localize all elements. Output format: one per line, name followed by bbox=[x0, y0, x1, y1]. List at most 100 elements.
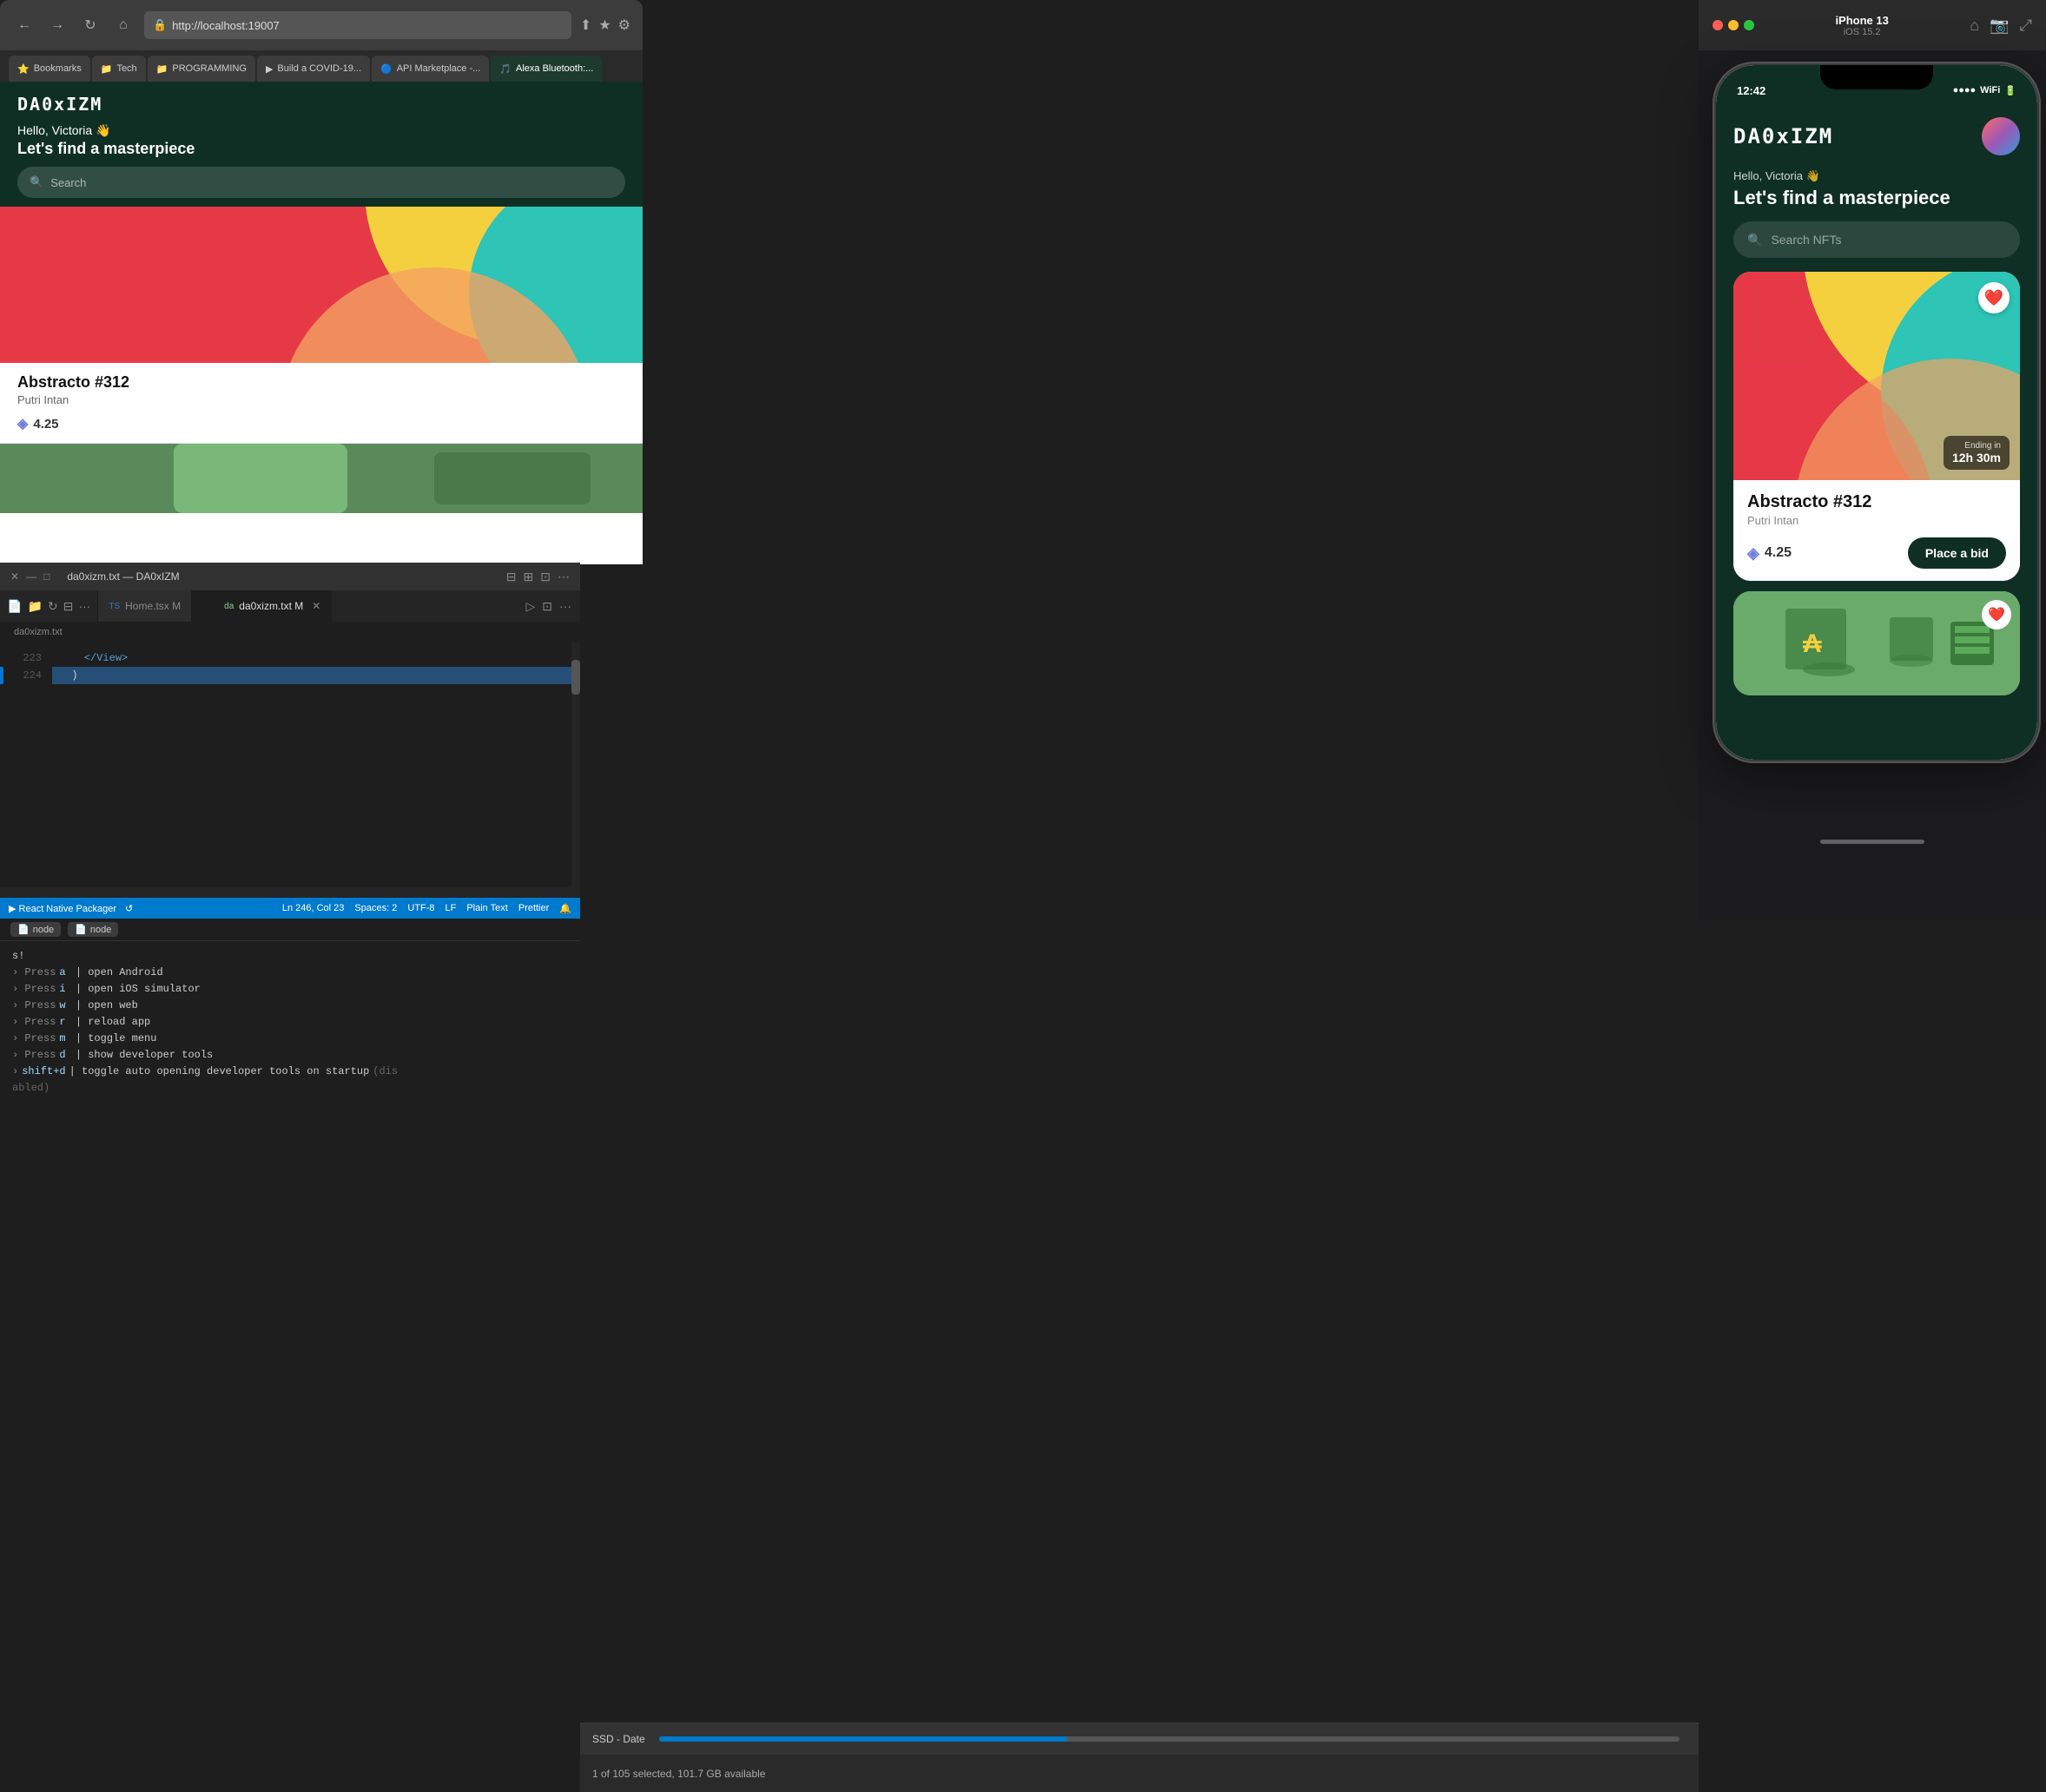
reload-icon[interactable]: ↺ bbox=[125, 903, 133, 914]
notification-icon[interactable]: 🔔 bbox=[559, 903, 571, 914]
search-placeholder: Search bbox=[50, 176, 86, 189]
app-header: DA0xIZM Hello, Victoria 👋 Let's find a m… bbox=[0, 82, 643, 207]
nft-card-1[interactable]: Abstracto #312 Putri Intan ◈ 4.25 bbox=[0, 207, 643, 444]
tab-da0xizm-txt[interactable]: da da0xizm.txt M ✕ bbox=[214, 590, 332, 622]
tab-programming[interactable]: 📁 PROGRAMMING bbox=[148, 56, 255, 82]
home-button-icon[interactable]: ⌂ bbox=[1970, 16, 1979, 35]
terminal-line-5: › Press r | reload app bbox=[12, 1014, 568, 1031]
extension-icon[interactable]: ⚙ bbox=[618, 16, 630, 34]
vscode-toolbar-right: ⊟ ⊞ ⊡ ⋯ bbox=[506, 570, 570, 584]
app-search-bar[interactable]: 🔍 Search bbox=[17, 167, 625, 198]
home-button[interactable]: ⌂ bbox=[111, 13, 135, 37]
more-icon[interactable]: ··· bbox=[78, 599, 90, 613]
encoding[interactable]: UTF-8 bbox=[407, 903, 434, 913]
split-vertical-icon[interactable]: ⊟ bbox=[506, 570, 517, 584]
iphone-nft-card-2[interactable]: ₳ ❤️ bbox=[1733, 591, 2020, 695]
process-node-1[interactable]: 📄 node bbox=[10, 922, 61, 937]
tab-tech[interactable]: 📁 Tech bbox=[92, 56, 146, 82]
url-text: http://localhost:19007 bbox=[172, 19, 280, 32]
device-os: iOS 15.2 bbox=[1754, 27, 1970, 37]
layout-icon[interactable]: ⊡ bbox=[540, 570, 551, 584]
iphone-avatar[interactable] bbox=[1982, 117, 2020, 155]
finder-sort-label: SSD - Date bbox=[592, 1733, 645, 1745]
back-button[interactable]: ← bbox=[12, 13, 36, 37]
split-editor-icon[interactable]: ⊡ bbox=[542, 599, 552, 614]
app-subtitle: Let's find a masterpiece bbox=[17, 140, 625, 158]
ln-col[interactable]: Ln 246, Col 23 bbox=[282, 903, 345, 913]
terminal-content: s! › Press a | open Android › Press i | … bbox=[0, 941, 580, 1099]
maximize-icon[interactable]: □ bbox=[43, 570, 50, 583]
forward-button[interactable]: → bbox=[45, 13, 69, 37]
tab-bookmarks[interactable]: ⭐ Bookmarks bbox=[9, 56, 90, 82]
minimize-traffic-light[interactable] bbox=[1728, 20, 1739, 30]
iphone-nft-image-1: ❤️ Ending in 12h 30m bbox=[1733, 272, 2020, 480]
vscode-statusbar: ▶ React Native Packager ↺ Ln 246, Col 23… bbox=[0, 898, 580, 919]
tab-alexa[interactable]: 🎵 Alexa Bluetooth:... bbox=[491, 56, 602, 82]
iphone-eth-icon: ◈ bbox=[1747, 544, 1759, 563]
vscode-window-controls: ✕ — □ bbox=[10, 570, 50, 583]
iphone-nft-card-1[interactable]: ❤️ Ending in 12h 30m Abstracto #312 Putr… bbox=[1733, 272, 2020, 581]
address-bar[interactable]: 🔒 http://localhost:19007 bbox=[144, 11, 571, 39]
app-greeting: Hello, Victoria 👋 bbox=[17, 123, 625, 138]
screenshot-icon[interactable]: 📷 bbox=[1990, 16, 2009, 35]
spaces[interactable]: Spaces: 2 bbox=[354, 903, 397, 913]
maximize-traffic-light[interactable] bbox=[1744, 20, 1754, 30]
terminal-line-2: › Press a | open Android bbox=[12, 965, 568, 981]
line-ending[interactable]: LF bbox=[445, 903, 456, 913]
iphone-nft-info-1: Abstracto #312 Putri Intan ◈ 4.25 Place … bbox=[1733, 480, 2020, 581]
tab-close-icon[interactable]: ✕ bbox=[312, 600, 320, 612]
new-folder-icon[interactable]: 📁 bbox=[27, 599, 42, 614]
tab-api[interactable]: 🔵 API Marketplace -... bbox=[372, 56, 489, 82]
bookmarks-favicon: ⭐ bbox=[17, 63, 30, 75]
file-type[interactable]: Plain Text bbox=[466, 903, 508, 913]
refresh-icon[interactable]: ↻ bbox=[48, 599, 58, 614]
tab-da-label: da0xizm.txt M bbox=[239, 600, 303, 612]
iphone-title: Let's find a masterpiece bbox=[1733, 187, 2020, 209]
scrollbar-thumb bbox=[571, 660, 580, 695]
new-file-icon[interactable]: 📄 bbox=[7, 599, 22, 614]
iphone-eth-price-1: ◈ 4.25 bbox=[1747, 544, 1792, 563]
react-native-packager[interactable]: ▶ React Native Packager bbox=[9, 903, 116, 914]
ending-badge-1: Ending in 12h 30m bbox=[1944, 436, 2010, 470]
more-actions-icon[interactable]: ··· bbox=[559, 599, 571, 613]
terminal-line-8: › shift+d | toggle auto opening develope… bbox=[12, 1064, 568, 1080]
run-icon[interactable]: ▷ bbox=[525, 599, 535, 614]
code-editor[interactable]: </View> ) bbox=[52, 642, 571, 887]
device-info: iPhone 13 iOS 15.2 bbox=[1754, 14, 1970, 37]
line-num-223: 223 bbox=[9, 649, 42, 667]
iphone-search[interactable]: 🔍 Search NFTs bbox=[1733, 221, 2020, 258]
nft-title-1: Abstracto #312 bbox=[17, 373, 625, 392]
close-icon[interactable]: ✕ bbox=[10, 570, 19, 583]
iphone-status-right: ●●●● WiFi 🔋 bbox=[1953, 85, 2016, 96]
tab-covid[interactable]: ▶ Build a COVID-19... bbox=[257, 56, 370, 82]
more-options-icon[interactable]: ⋯ bbox=[558, 570, 570, 584]
ts-icon: TS bbox=[109, 602, 120, 611]
collapse-icon[interactable]: ⊟ bbox=[63, 599, 74, 614]
prettier[interactable]: Prettier bbox=[518, 903, 549, 913]
rotate-icon[interactable]: ⤢ bbox=[2020, 16, 2032, 35]
bookmark-icon[interactable]: ★ bbox=[598, 16, 610, 34]
finder-status: 1 of 105 selected, 101.7 GB available bbox=[580, 1755, 1699, 1792]
heart-button-2[interactable]: ❤️ bbox=[1982, 600, 2011, 629]
minimize-icon[interactable]: — bbox=[26, 570, 36, 583]
terminal-process-list: 📄 node 📄 node bbox=[0, 919, 580, 941]
tab-home-tsx[interactable]: TS Home.tsx M bbox=[98, 590, 192, 622]
editor-scrollbar[interactable] bbox=[571, 642, 580, 887]
nft-image-2 bbox=[0, 444, 643, 513]
reload-button[interactable]: ↻ bbox=[78, 13, 102, 37]
browser-actions: ⬆ ★ ⚙ bbox=[580, 16, 630, 34]
iphone-simulator: iPhone 13 iOS 15.2 ⌂ 📷 ⤢ 12:42 ●●●● WiFi… bbox=[1699, 0, 2046, 920]
place-bid-button[interactable]: Place a bid bbox=[1908, 537, 2006, 569]
share-icon[interactable]: ⬆ bbox=[580, 16, 591, 34]
terminal-line-7: › Press d | show developer tools bbox=[12, 1047, 568, 1064]
process-node-2[interactable]: 📄 node bbox=[68, 922, 118, 937]
vscode-title: da0xizm.txt — DA0xIZM bbox=[67, 570, 179, 583]
terminal-line-4: › Press w | open web bbox=[12, 998, 568, 1014]
heart-button-1[interactable]: ❤️ bbox=[1978, 282, 2010, 313]
svg-text:₳: ₳ bbox=[1803, 629, 1822, 658]
close-traffic-light[interactable] bbox=[1713, 20, 1723, 30]
tab-label: Bookmarks bbox=[34, 63, 82, 74]
split-horizontal-icon[interactable]: ⊞ bbox=[524, 570, 534, 584]
iphone-screen: 12:42 ●●●● WiFi 🔋 DA0xIZM Hello, Victori… bbox=[1716, 65, 2037, 760]
iphone-nft-title-1: Abstracto #312 bbox=[1747, 492, 2006, 512]
